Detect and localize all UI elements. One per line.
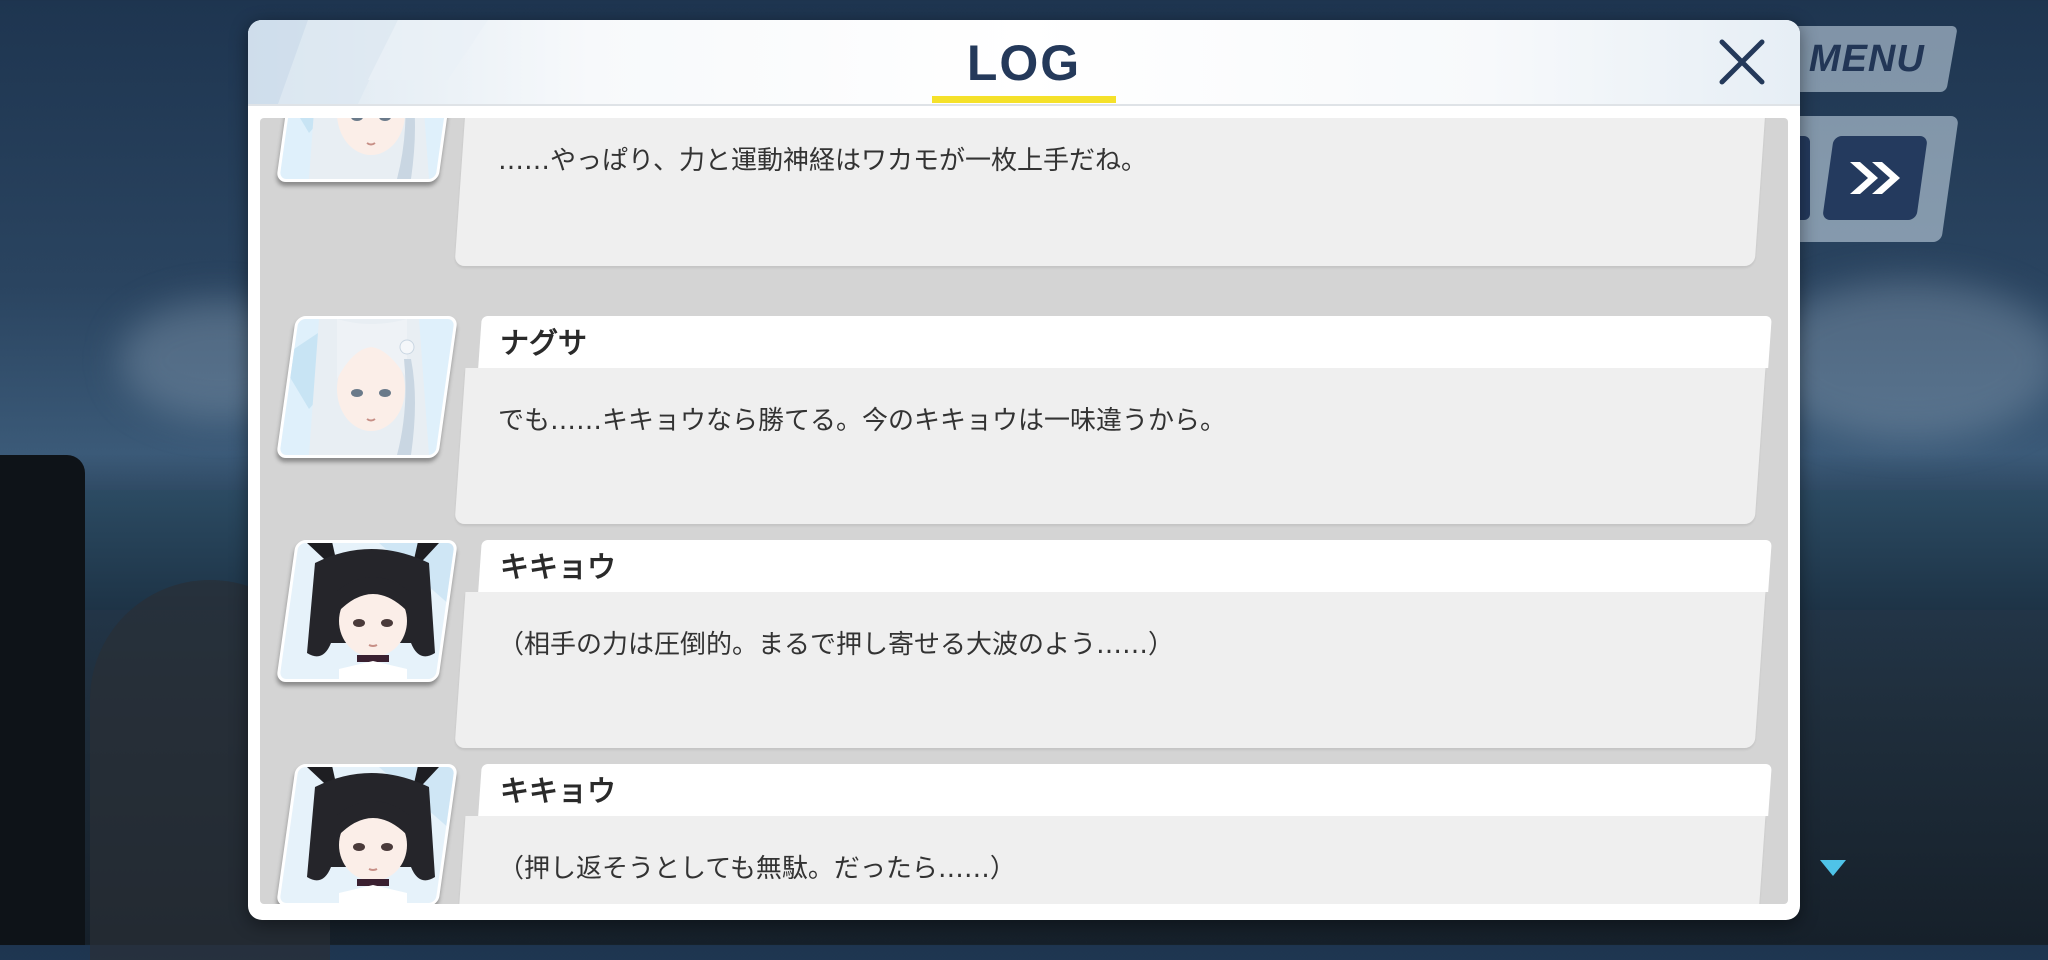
speaker-portrait: [276, 118, 458, 182]
dialogue-text: （相手の力は圧倒的。まるで押し寄せる大波のよう……）: [498, 630, 1175, 660]
speaker-name: キキョウ: [500, 550, 617, 584]
dialogue-text: ……やっぱり、力と運動神経はワカモが一枚上手だね。: [498, 146, 1147, 176]
text-box: [454, 592, 1766, 748]
white-haired-girl-portrait: [279, 118, 458, 179]
speaker-portrait: [276, 540, 458, 682]
name-bar: [478, 764, 1772, 816]
fast-forward-button[interactable]: [1822, 136, 1928, 220]
log-entry: キキョウ （相手の力は圧倒的。まるで押し寄せる大波のよう……）: [260, 540, 1788, 750]
dialogue-text: でも……キキョウなら勝てる。今のキキョウは一味違うから。: [498, 406, 1227, 436]
speaker-name: キキョウ: [500, 774, 617, 808]
log-title: LOG: [966, 35, 1082, 91]
close-button[interactable]: [1714, 34, 1770, 90]
background-shadow: [0, 455, 85, 945]
double-chevron-right-icon: [1850, 162, 1900, 194]
name-bar: [478, 316, 1772, 368]
triangle-down-icon: [1820, 860, 1846, 876]
log-entry: ……やっぱり、力と運動神経はワカモが一枚上手だね。: [260, 118, 1788, 310]
text-box: [454, 368, 1766, 524]
log-header: LOG: [248, 20, 1800, 106]
close-icon: [1719, 39, 1765, 85]
log-entry: キキョウ （押し返そうとしても無駄。だったら……）: [260, 764, 1788, 904]
speaker-portrait: [276, 316, 458, 458]
log-entry: ナグサ でも……キキョウなら勝てる。今のキキョウは一味違うから。: [260, 316, 1788, 526]
menu-label: MENU: [1809, 37, 1925, 80]
speaker-name: ナグサ: [500, 326, 588, 360]
speaker-portrait: [276, 764, 458, 904]
title-underline: [932, 96, 1116, 103]
name-bar: [478, 540, 1772, 592]
white-haired-girl-portrait: [279, 319, 458, 455]
black-haired-cat-ear-girl-portrait: [279, 543, 458, 679]
log-dialog: LOG ……やっぱり、力と運動神経はワカモが一枚上手だね。 ナグサ でも……キキ…: [248, 20, 1800, 920]
menu-button[interactable]: MENU: [1776, 26, 1958, 92]
log-list[interactable]: ……やっぱり、力と運動神経はワカモが一枚上手だね。 ナグサ でも……キキョウなら…: [260, 118, 1788, 904]
background-cloud: [1760, 280, 2048, 440]
black-haired-cat-ear-girl-portrait: [279, 767, 458, 903]
dialogue-text: （押し返そうとしても無駄。だったら……）: [498, 854, 1016, 884]
